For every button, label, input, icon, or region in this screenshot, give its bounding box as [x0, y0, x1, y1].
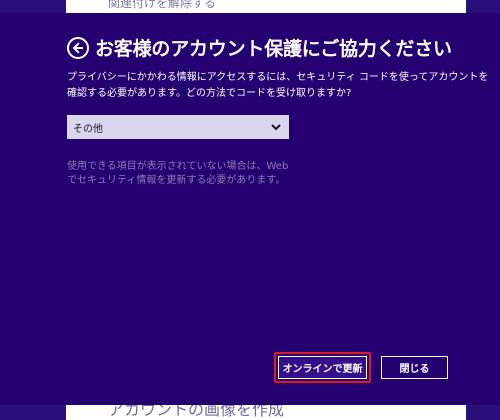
dialog-description: プライバシーにかかわる情報にアクセスするには、セキュリティ コードを使ってアカウ…	[67, 70, 489, 102]
back-button[interactable]	[67, 37, 89, 59]
close-button[interactable]: 閉じる	[381, 356, 448, 379]
select-value: その他	[73, 123, 103, 135]
background-link-text: 関連付けを解除する	[108, 0, 217, 10]
update-online-label: オンラインで更新	[278, 356, 367, 379]
account-protection-dialog: お客様のアカウント保護にご協力ください プライバシーにかかわる情報にアクセスする…	[0, 13, 500, 405]
note-line-2: でセキュリティ情報を更新する必要があります。	[67, 175, 286, 186]
verification-method-select[interactable]: その他	[67, 115, 289, 139]
info-note: 使用できる項目が表示されていない場合は、Web でセキュリティ情報を更新する必要…	[67, 160, 288, 188]
dialog-title: お客様のアカウント保護にご協力ください	[95, 38, 452, 60]
note-line-1: 使用できる項目が表示されていない場合は、Web	[67, 161, 289, 172]
update-online-button[interactable]: オンラインで更新	[274, 352, 371, 383]
description-line-1: プライバシーにかかわる情報にアクセスするには、セキュリティ コードを使ってアカウ…	[67, 72, 489, 83]
chevron-down-icon	[271, 124, 281, 131]
back-arrow-icon	[72, 42, 83, 54]
description-line-2: 確認する必要があります。どの方法でコードを受け取りますか?	[67, 88, 352, 99]
